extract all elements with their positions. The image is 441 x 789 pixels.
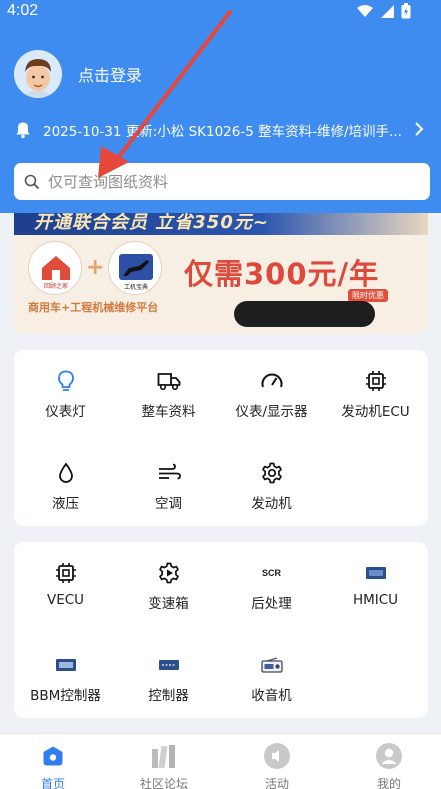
grid-label: 仪表/显示器 (235, 404, 308, 420)
module-icon (365, 567, 386, 579)
gear-icon (261, 462, 282, 484)
grid-item-after-treatment[interactable]: SCR 后处理 (220, 560, 323, 624)
banner-plus: + (86, 255, 105, 280)
tab-profile[interactable]: 我的 (334, 742, 441, 789)
tab-label: 活动 (264, 777, 289, 789)
category-card-2: VECU 变速箱 SCR 后处理 HMICU BBM控制器 控制器 收音机 (14, 542, 428, 718)
grid-label: HMICU (352, 592, 399, 608)
avatar-face-icon (14, 50, 62, 98)
tab-label: 首页 (40, 777, 65, 789)
grid-item-bbm-controller[interactable]: BBM控制器 (14, 652, 117, 716)
grid-item-dashboard-lights[interactable]: 仪表灯 (14, 368, 117, 432)
search-input[interactable] (48, 172, 408, 191)
banner-subtitle: 商用车+工程机械维修平台 (28, 301, 159, 314)
controller-module-icon (158, 660, 179, 670)
profile-row[interactable]: 点击登录 (14, 50, 142, 98)
grid-item-engine[interactable]: 发动机 (220, 460, 323, 524)
bbm-module-icon (55, 659, 76, 671)
promo-banner[interactable]: 开通联合会员 立省350元~ 回顾之家 + 工机宝典 商用车+工程机械维修平台 … (14, 213, 428, 334)
grid-item-engine-ecu[interactable]: 发动机ECU (324, 368, 427, 432)
gearbox-icon (158, 562, 179, 584)
grid-item-radio[interactable]: 收音机 (220, 652, 323, 716)
tab-forum[interactable]: 社区论坛 (109, 742, 219, 789)
status-time: 4:02 (7, 2, 39, 19)
bell-icon (16, 122, 30, 139)
login-link[interactable]: 点击登录 (78, 62, 142, 86)
search-icon (24, 174, 40, 189)
chevron-right-icon (415, 122, 424, 136)
grid-item-controller[interactable]: 控制器 (117, 652, 220, 716)
grid-label: 空调 (155, 496, 182, 512)
banner-logo-1: 回顾之家 (28, 241, 82, 295)
search-box[interactable] (14, 163, 430, 200)
chip-icon (55, 563, 76, 583)
grid-item-vehicle-docs[interactable]: 整车资料 (117, 368, 220, 432)
grid-label: 整车资料 (141, 404, 196, 420)
grid-label: 发动机ECU (341, 404, 410, 420)
gauge-icon (261, 373, 282, 388)
droplet-icon (58, 462, 73, 483)
notice-text: 2025-10-31 更新:小松 SK1026-5 整车资料-维修/培训手... (43, 124, 402, 140)
banner-logo-2: 工机宝典 (108, 241, 162, 295)
banner-logo1-text: 回顾之家 (44, 282, 68, 290)
grid-item-vecu[interactable]: VECU (14, 560, 117, 624)
speaker-icon (264, 743, 290, 769)
tab-activity[interactable]: 活动 (222, 742, 332, 789)
banner-cta-button[interactable] (234, 301, 375, 327)
grid-label: 收音机 (251, 688, 292, 704)
books-icon (152, 745, 175, 769)
status-bar: 4:02 (0, 0, 441, 26)
grid-label: 液压 (52, 496, 79, 512)
notice-bar[interactable]: 2025-10-31 更新:小松 SK1026-5 整车资料-维修/培训手... (14, 118, 426, 142)
category-card-1: 仪表灯 整车资料 仪表/显示器 发动机ECU 液压 空调 发动机 (14, 350, 428, 526)
home-icon (43, 746, 63, 766)
signal-icon (381, 4, 394, 18)
grid-label: 变速箱 (148, 596, 189, 612)
banner-top-strip: 开通联合会员 立省350元~ (14, 213, 428, 235)
grid-label: 后处理 (251, 596, 292, 612)
grid-item-air-conditioning[interactable]: 空调 (117, 460, 220, 524)
battery-icon (401, 3, 411, 19)
tab-label: 社区论坛 (139, 777, 188, 789)
avatar[interactable] (14, 50, 62, 98)
grid-label: BBM控制器 (30, 688, 101, 704)
grid-label: VECU (46, 592, 85, 608)
banner-logo2-text: 工机宝典 (124, 283, 148, 291)
grid-item-gearbox[interactable]: 变速箱 (117, 560, 220, 624)
tab-label: 我的 (376, 777, 401, 789)
wifi-icon (357, 5, 373, 17)
scr-icon: SCR (261, 568, 281, 578)
chip-icon (365, 371, 386, 391)
grid-item-hmicu[interactable]: HMICU (324, 560, 427, 624)
grid-item-hydraulics[interactable]: 液压 (14, 460, 117, 524)
house-logo-icon: 回顾之家 (42, 256, 70, 290)
grid-label: 控制器 (148, 688, 189, 704)
wind-icon (158, 463, 181, 480)
banner-top-text: 开通联合会员 立省350元~ (34, 213, 269, 233)
radio-icon (260, 657, 283, 673)
tab-home[interactable]: 首页 (0, 742, 108, 789)
grid-label: 发动机 (251, 496, 292, 512)
user-icon (376, 743, 402, 769)
banner-price: 仅需300元/年 (184, 257, 380, 291)
excavator-logo-icon: 工机宝典 (119, 254, 153, 291)
truck-icon (157, 373, 180, 391)
grid-item-instrument-display[interactable]: 仪表/显示器 (220, 368, 323, 432)
bulb-icon (57, 370, 74, 391)
grid-label: 仪表灯 (45, 404, 86, 420)
bottom-tab-bar: 首页 社区论坛 活动 我的 (0, 733, 441, 789)
